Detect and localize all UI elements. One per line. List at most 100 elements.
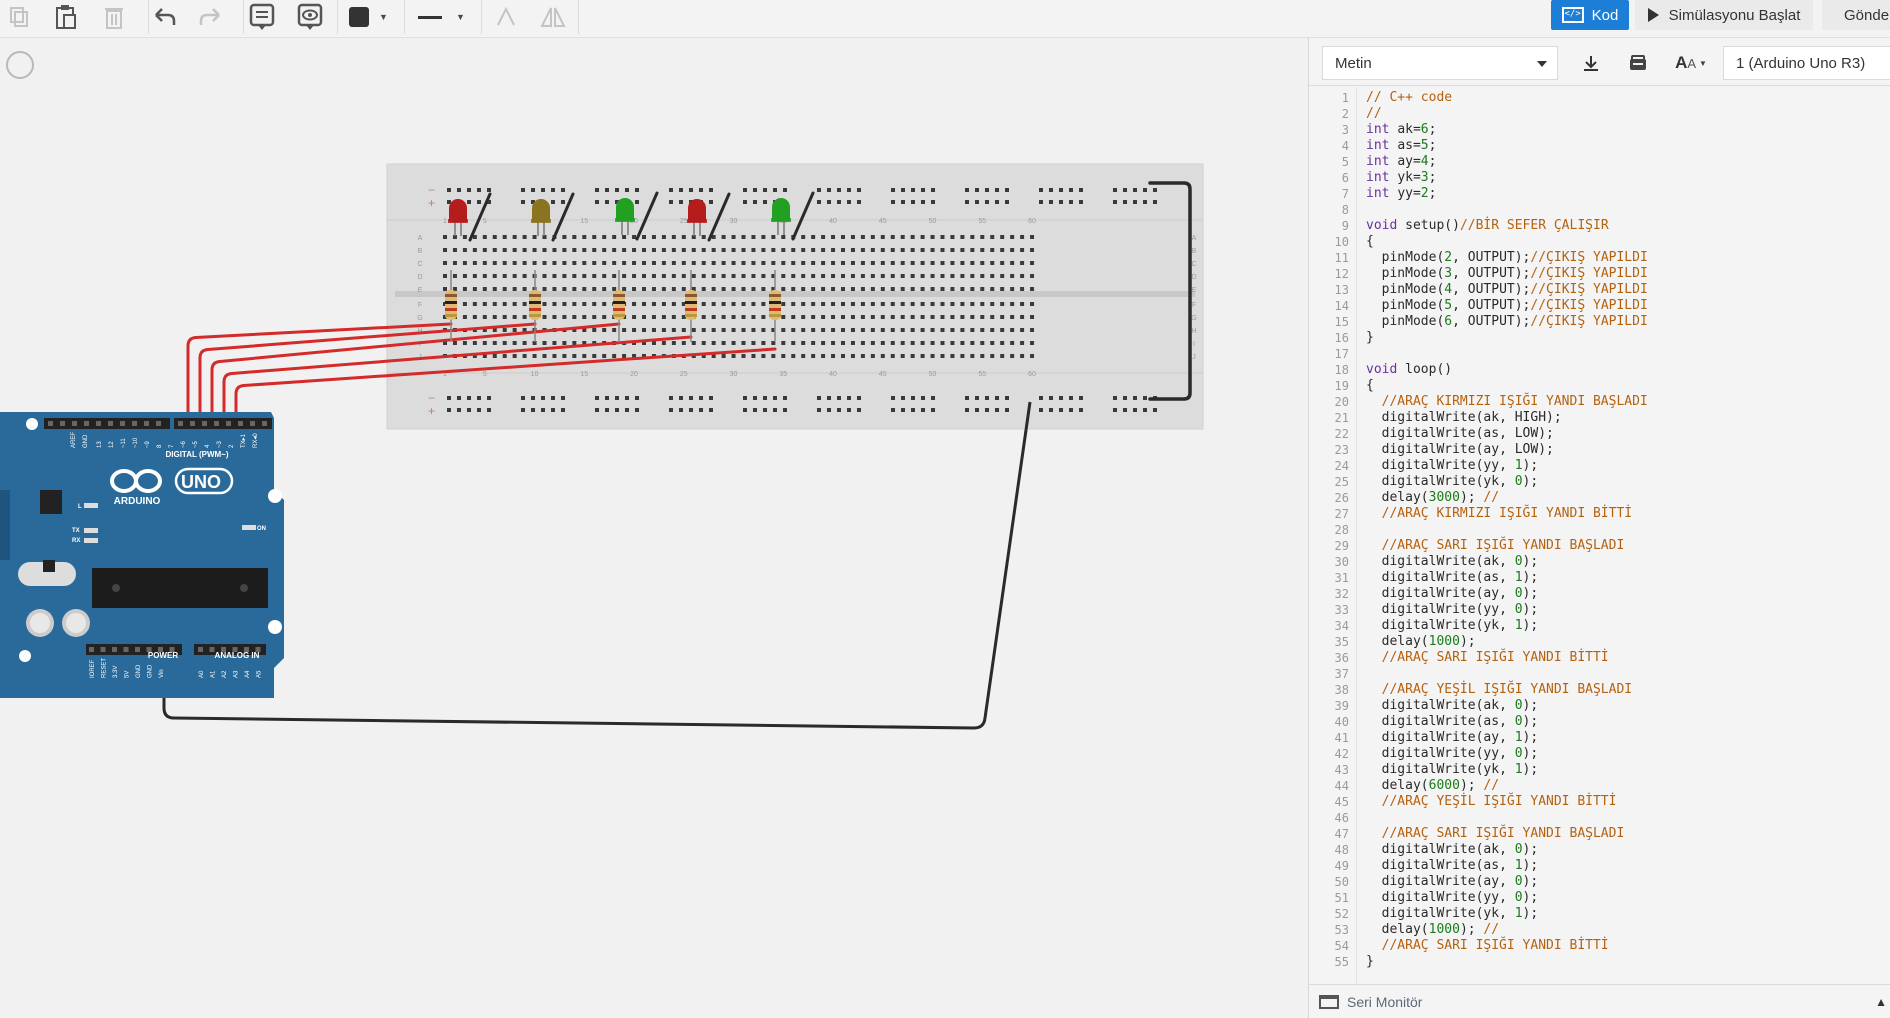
code-text[interactable]: digitalWrite(ay, 0); — [1349, 874, 1539, 890]
code-line[interactable]: 9 void setup()//BİR SEFER ÇALIŞIR — [1309, 218, 1890, 234]
code-line[interactable]: 11 pinMode(2, OUTPUT);//ÇIKIŞ YAPILDI — [1309, 250, 1890, 266]
copy-icon[interactable] — [2, 2, 38, 32]
undo-icon[interactable] — [147, 2, 183, 32]
code-line[interactable]: 47 //ARAÇ SARI IŞIĞI YANDI BAŞLADI — [1309, 826, 1890, 842]
code-lines[interactable]: 1// C++ code 2//3 int ak=6; 4 int as=5; 5 int … — [1309, 87, 1890, 970]
code-text[interactable]: delay(3000); // — [1349, 490, 1499, 506]
code-line[interactable]: 48 digitalWrite(ak, 0); — [1309, 842, 1890, 858]
code-text[interactable]: //ARAÇ SARI IŞIĞI YANDI BİTTİ — [1349, 938, 1609, 954]
code-line[interactable]: 35 delay(1000); — [1309, 634, 1890, 650]
code-text[interactable] — [1349, 666, 1366, 682]
code-text[interactable]: { — [1349, 234, 1374, 250]
start-simulation-button[interactable]: Simülasyonu Başlat — [1635, 0, 1813, 30]
code-text[interactable]: delay(6000); // — [1349, 778, 1499, 794]
line-style-dropdown[interactable]: ▼ — [418, 3, 465, 31]
code-line[interactable]: 49 digitalWrite(as, 1); — [1309, 858, 1890, 874]
code-line[interactable]: 37 — [1309, 666, 1890, 682]
code-line[interactable]: 38 //ARAÇ YEŞİL IŞIĞI YANDI BAŞLADI — [1309, 682, 1890, 698]
code-line[interactable]: 1// C++ code — [1309, 90, 1890, 106]
code-text[interactable]: int yk=3; — [1349, 170, 1436, 186]
library-icon[interactable] — [1618, 46, 1658, 80]
send-button[interactable]: Gönder — [1822, 0, 1890, 30]
code-line[interactable]: 7 int yy=2; — [1309, 186, 1890, 202]
code-line[interactable]: 27 //ARAÇ KIRMIZI IŞIĞI YANDI BİTTİ — [1309, 506, 1890, 522]
code-line[interactable]: 44 delay(6000); // — [1309, 778, 1890, 794]
font-size-icon[interactable]: A A ▼ — [1667, 46, 1715, 80]
code-line[interactable]: 17 — [1309, 346, 1890, 362]
code-text[interactable]: digitalWrite(as, 0); — [1349, 714, 1539, 730]
redo-icon[interactable] — [192, 2, 228, 32]
arduino-uno-board[interactable]: UNO ARDUINO DIGITAL (PWM~) POWER ANALOG … — [0, 412, 284, 698]
code-line[interactable]: 22 digitalWrite(as, LOW); — [1309, 426, 1890, 442]
code-text[interactable]: digitalWrite(yy, 1); — [1349, 458, 1539, 474]
code-line[interactable]: 43 digitalWrite(yk, 1); — [1309, 762, 1890, 778]
code-line[interactable]: 19{ — [1309, 378, 1890, 394]
code-line[interactable]: 34 digitalWrite(yk, 1); — [1309, 618, 1890, 634]
code-text[interactable]: pinMode(4, OUTPUT);//ÇIKIŞ YAPILDI — [1349, 282, 1648, 298]
code-line[interactable]: 25 digitalWrite(yk, 0); — [1309, 474, 1890, 490]
code-text[interactable]: // — [1349, 106, 1382, 122]
code-text[interactable]: } — [1349, 330, 1374, 346]
code-text[interactable]: int yy=2; — [1349, 186, 1436, 202]
code-text[interactable]: digitalWrite(yk, 0); — [1349, 474, 1539, 490]
code-text[interactable]: //ARAÇ SARI IŞIĞI YANDI BAŞLADI — [1349, 826, 1625, 842]
code-text[interactable]: digitalWrite(yk, 1); — [1349, 762, 1539, 778]
code-text[interactable]: digitalWrite(yk, 1); — [1349, 618, 1539, 634]
code-line[interactable]: 10{ — [1309, 234, 1890, 250]
code-text[interactable] — [1349, 522, 1366, 538]
code-line[interactable]: 26 delay(3000); // — [1309, 490, 1890, 506]
code-line[interactable]: 31 digitalWrite(as, 1); — [1309, 570, 1890, 586]
code-text[interactable]: pinMode(5, OUTPUT);//ÇIKIŞ YAPILDI — [1349, 298, 1648, 314]
code-line[interactable]: 24 digitalWrite(yy, 1); — [1309, 458, 1890, 474]
code-line[interactable]: 18 void loop() — [1309, 362, 1890, 378]
code-text[interactable] — [1349, 810, 1366, 826]
code-text[interactable]: //ARAÇ SARI IŞIĞI YANDI BİTTİ — [1349, 650, 1609, 666]
code-text[interactable]: //ARAÇ YEŞİL IŞIĞI YANDI BİTTİ — [1349, 794, 1617, 810]
code-line[interactable]: 42 digitalWrite(yy, 0); — [1309, 746, 1890, 762]
flip-icon[interactable] — [488, 2, 524, 32]
code-text[interactable]: pinMode(3, OUTPUT);//ÇIKIŞ YAPILDI — [1349, 266, 1648, 282]
code-line[interactable]: 5 int ay=4; — [1309, 154, 1890, 170]
download-icon[interactable] — [1571, 46, 1611, 80]
code-text[interactable]: pinMode(6, OUTPUT);//ÇIKIŞ YAPILDI — [1349, 314, 1648, 330]
code-text[interactable]: delay(1000); // — [1349, 922, 1499, 938]
code-button[interactable]: </> Kod — [1551, 0, 1629, 30]
code-line[interactable]: 39 digitalWrite(ak, 0); — [1309, 698, 1890, 714]
circuit-canvas[interactable]: −+−+ 11551010151520202525303035354040454… — [0, 38, 1308, 1018]
code-line[interactable]: 33 digitalWrite(yy, 0); — [1309, 602, 1890, 618]
code-line[interactable]: 4 int as=5; — [1309, 138, 1890, 154]
code-text[interactable]: digitalWrite(ak, 0); — [1349, 554, 1539, 570]
code-text[interactable]: { — [1349, 378, 1374, 394]
code-text[interactable] — [1349, 346, 1366, 362]
code-line[interactable]: 12 pinMode(3, OUTPUT);//ÇIKIŞ YAPILDI — [1309, 266, 1890, 282]
code-text[interactable]: digitalWrite(ay, 1); — [1349, 730, 1539, 746]
code-line[interactable]: 15 pinMode(6, OUTPUT);//ÇIKIŞ YAPILDI — [1309, 314, 1890, 330]
serial-monitor-bar[interactable]: Seri Monitör ▲ — [1309, 984, 1890, 1018]
code-text[interactable]: // C++ code — [1349, 90, 1452, 106]
note-icon[interactable] — [244, 2, 280, 32]
code-line[interactable]: 52 digitalWrite(yk, 1); — [1309, 906, 1890, 922]
delete-icon[interactable] — [96, 2, 132, 32]
code-line[interactable]: 46 — [1309, 810, 1890, 826]
code-line[interactable]: 6 int yk=3; — [1309, 170, 1890, 186]
code-text[interactable] — [1349, 202, 1366, 218]
code-line[interactable]: 20 //ARAÇ KIRMIZI IŞIĞI YANDI BAŞLADI — [1309, 394, 1890, 410]
code-line[interactable]: 32 digitalWrite(ay, 0); — [1309, 586, 1890, 602]
code-text[interactable]: digitalWrite(ak, 0); — [1349, 842, 1539, 858]
code-text[interactable]: pinMode(2, OUTPUT);//ÇIKIŞ YAPILDI — [1349, 250, 1648, 266]
mirror-icon[interactable] — [535, 2, 571, 32]
code-text[interactable]: } — [1349, 954, 1374, 970]
code-line[interactable]: 45 //ARAÇ YEŞİL IŞIĞI YANDI BİTTİ — [1309, 794, 1890, 810]
code-text[interactable]: digitalWrite(yy, 0); — [1349, 890, 1539, 906]
code-text[interactable]: digitalWrite(as, LOW); — [1349, 426, 1554, 442]
code-line[interactable]: 53 delay(1000); // — [1309, 922, 1890, 938]
breadboard[interactable]: −+−+ 11551010151520202525303035354040454… — [386, 163, 1204, 430]
paste-icon[interactable] — [48, 2, 84, 32]
code-editor[interactable]: 1// C++ code 2//3 int ak=6; 4 int as=5; 5 int … — [1309, 87, 1890, 987]
code-text[interactable]: int ak=6; — [1349, 122, 1436, 138]
code-line[interactable]: 2// — [1309, 106, 1890, 122]
code-text[interactable]: digitalWrite(yy, 0); — [1349, 746, 1539, 762]
code-line[interactable]: 55} — [1309, 954, 1890, 970]
code-line[interactable]: 13 pinMode(4, OUTPUT);//ÇIKIŞ YAPILDI — [1309, 282, 1890, 298]
code-text[interactable]: digitalWrite(as, 1); — [1349, 570, 1539, 586]
